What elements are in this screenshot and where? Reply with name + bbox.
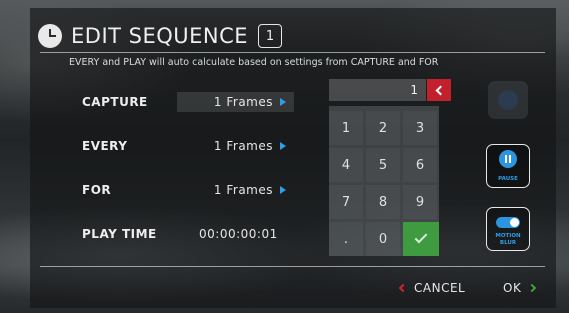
record-icon (498, 90, 518, 110)
for-field[interactable]: 1 Frames (177, 180, 294, 200)
keypad-display-value: 1 (410, 83, 418, 97)
key-4[interactable]: 4 (329, 148, 363, 182)
backspace-icon (435, 85, 446, 95)
screen-background: EDIT SEQUENCE 1 EVERY and PLAY will auto… (0, 0, 569, 313)
key-3[interactable]: 3 (403, 111, 437, 145)
key-9[interactable]: 9 (403, 185, 437, 219)
pause-button[interactable]: PAUSE (486, 144, 530, 188)
toggle-icon (496, 217, 520, 228)
dialog-header: EDIT SEQUENCE 1 (38, 20, 283, 52)
cancel-button[interactable]: CANCEL (398, 281, 466, 295)
disabled-record-button (488, 81, 528, 119)
cancel-label: CANCEL (414, 281, 466, 295)
chevron-right-icon (280, 98, 286, 106)
ok-button[interactable]: OK (503, 281, 537, 295)
capture-label: CAPTURE (82, 95, 148, 109)
check-icon (414, 230, 428, 244)
info-note: EVERY and PLAY will auto calculate based… (69, 57, 439, 68)
backspace-button[interactable] (427, 79, 451, 101)
page-title: EDIT SEQUENCE (71, 24, 249, 48)
key-1[interactable]: 1 (329, 111, 363, 145)
motion-blur-label-line1: MOTION (495, 233, 521, 239)
chevron-right-icon (280, 142, 286, 150)
clock-icon (38, 24, 62, 48)
play-time-label: PLAY TIME (82, 227, 157, 241)
for-label: FOR (82, 183, 112, 197)
header-divider (40, 52, 545, 53)
key-5[interactable]: 5 (366, 148, 400, 182)
chevron-right-icon (280, 186, 286, 194)
chevron-right-icon (528, 283, 537, 293)
every-value: 1 Frames (213, 139, 273, 153)
every-label: EVERY (82, 139, 128, 153)
key-6[interactable]: 6 (403, 148, 437, 182)
ok-label: OK (503, 281, 522, 295)
pause-button-label: PAUSE (498, 176, 518, 182)
motion-blur-button[interactable]: MOTION BLUR (486, 207, 530, 251)
footer-divider (40, 266, 545, 267)
keypad: 1 2 3 4 5 6 7 8 9 . 0 (329, 106, 439, 256)
motion-blur-label-line2: BLUR (499, 240, 517, 246)
play-time-value: 00:00:00:01 (199, 227, 278, 241)
capture-value: 1 Frames (213, 95, 273, 109)
key-2[interactable]: 2 (366, 111, 400, 145)
sequence-number-badge: 1 (258, 24, 283, 48)
pause-icon (499, 150, 517, 168)
every-field[interactable]: 1 Frames (177, 136, 294, 156)
chevron-left-icon (398, 283, 408, 293)
for-value: 1 Frames (213, 183, 273, 197)
confirm-key[interactable] (403, 222, 439, 256)
capture-field[interactable]: 1 Frames (177, 92, 294, 112)
keypad-display: 1 (329, 79, 426, 101)
key-8[interactable]: 8 (366, 185, 400, 219)
key-decimal[interactable]: . (329, 222, 363, 256)
key-7[interactable]: 7 (329, 185, 363, 219)
key-0[interactable]: 0 (366, 222, 400, 256)
dialog-panel (30, 8, 556, 308)
